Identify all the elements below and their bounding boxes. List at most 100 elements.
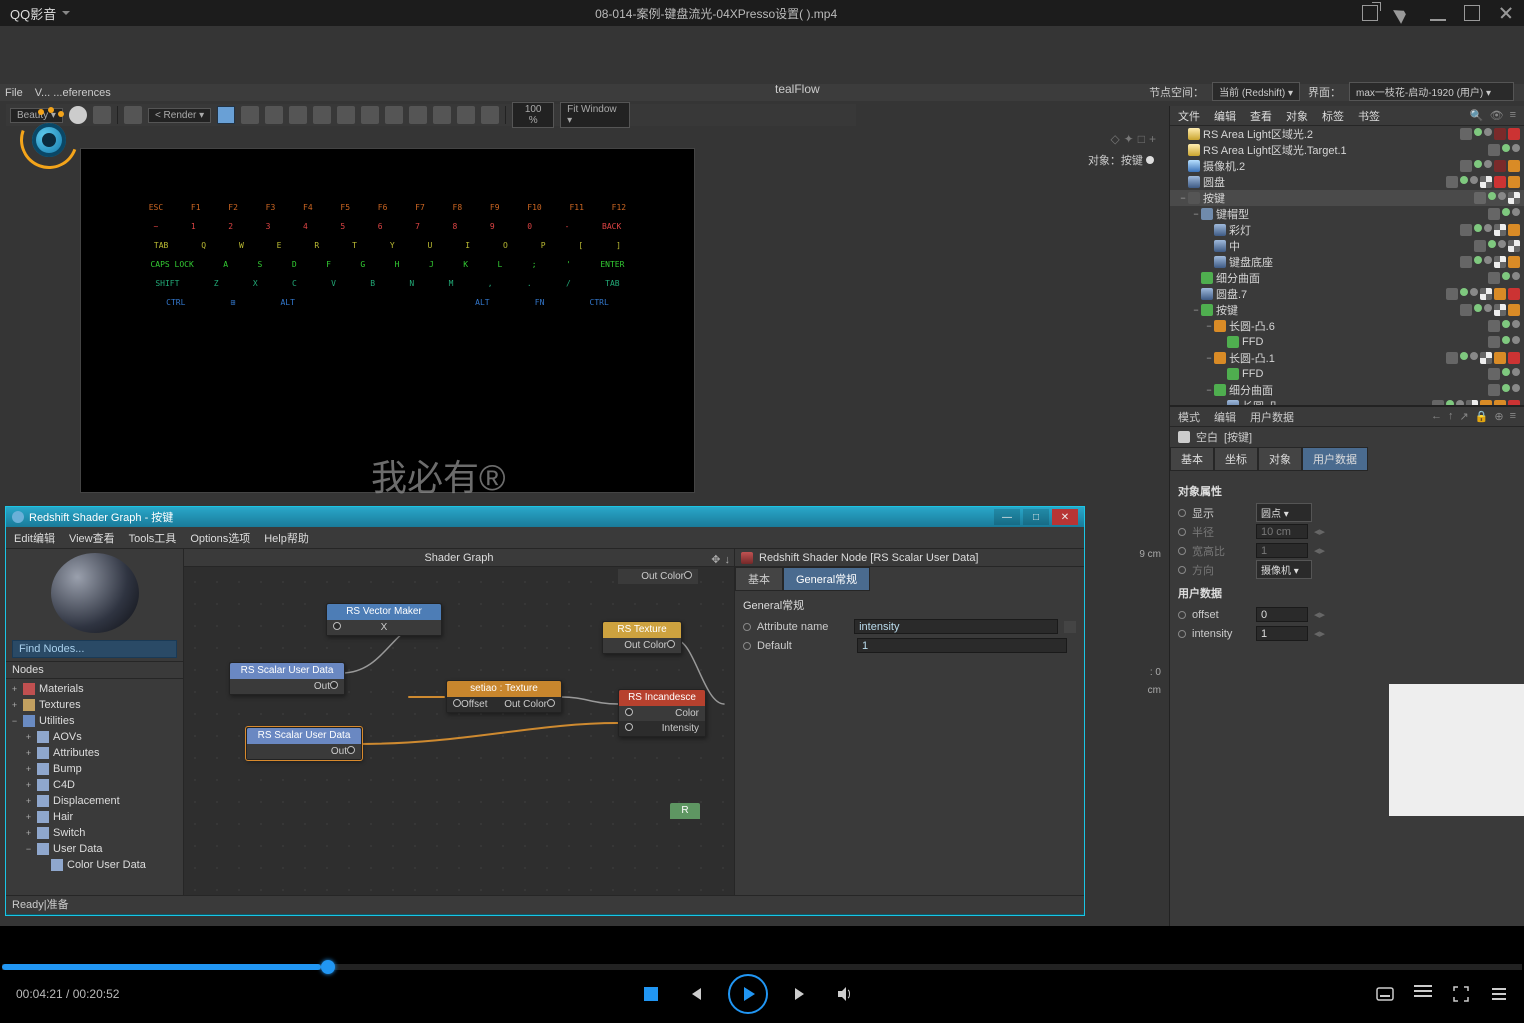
sg-menu-options[interactable]: Options选项 xyxy=(190,530,250,546)
om-row[interactable]: −长圆-凸.1 xyxy=(1170,350,1524,366)
play-button[interactable] xyxy=(728,974,768,1014)
tab-basic[interactable]: 基本 xyxy=(1170,447,1214,471)
vpicon-2[interactable]: ✦ xyxy=(1124,132,1134,146)
sg-pin-icon[interactable]: ↓ xyxy=(725,551,731,569)
nodetree-row[interactable]: +Materials xyxy=(10,681,179,697)
om-menu-object[interactable]: 对象 xyxy=(1286,108,1308,124)
eye-icon[interactable]: 👁 xyxy=(1490,109,1504,122)
nodetree-row[interactable]: +Switch xyxy=(10,825,179,841)
om-row[interactable]: −长圆-凸.6 xyxy=(1170,318,1524,334)
lock-icon[interactable] xyxy=(217,106,235,124)
volume-button[interactable] xyxy=(834,983,856,1005)
om-row[interactable]: 中 xyxy=(1170,238,1524,254)
circle-icon[interactable] xyxy=(313,106,331,124)
lock-icon[interactable]: 🔒 xyxy=(1475,410,1489,423)
om-menu-view[interactable]: 查看 xyxy=(1250,108,1272,124)
attr-combo[interactable]: 圆点 ▾ xyxy=(1256,503,1312,522)
attr-field[interactable] xyxy=(1256,524,1308,539)
picker-icon[interactable] xyxy=(1064,621,1076,633)
node-rs-texture[interactable]: RS Texture Out Color xyxy=(602,621,682,654)
list-icon[interactable]: ≡ xyxy=(1510,410,1516,423)
node-vector-maker[interactable]: RS Vector Maker X xyxy=(326,603,442,636)
maximize-button[interactable] xyxy=(1464,5,1480,21)
layout-dropdown[interactable]: max一枝花-启动-1920 (用户) ▾ xyxy=(1349,82,1514,101)
attr-menu-mode[interactable]: 模式 xyxy=(1178,409,1200,425)
om-row[interactable]: 彩灯 xyxy=(1170,222,1524,238)
progress-bar[interactable] xyxy=(2,964,1522,970)
om-row[interactable]: −细分曲面 xyxy=(1170,382,1524,398)
node-outcolor-stub[interactable]: Out Color xyxy=(618,569,698,584)
sg-menu-edit[interactable]: Edit编辑 xyxy=(14,530,55,546)
om-tree[interactable]: RS Area Light区域光.2RS Area Light区域光.Targe… xyxy=(1170,126,1524,406)
om-row[interactable]: 细分曲面 xyxy=(1170,270,1524,286)
fullscreen-icon[interactable] xyxy=(1452,985,1470,1003)
om-row[interactable]: FFD xyxy=(1170,366,1524,382)
back-icon[interactable]: ← xyxy=(1431,410,1442,423)
nav-icon[interactable]: ↗ xyxy=(1459,410,1468,423)
sg-maximize-button[interactable]: □ xyxy=(1023,509,1049,525)
share-icon[interactable] xyxy=(1396,5,1412,21)
prev-button[interactable] xyxy=(684,983,706,1005)
render-dropdown[interactable]: < Render ▾ xyxy=(148,108,211,123)
node-texture[interactable]: setiao : Texture OffsetOut Color xyxy=(446,680,562,713)
nodetree-row[interactable]: +Textures xyxy=(10,697,179,713)
nodetree-row[interactable]: −Utilities xyxy=(10,713,179,729)
node-rs-incandesce[interactable]: RS Incandesce Color Intensity xyxy=(618,689,706,737)
om-menu-bookmarks[interactable]: 书签 xyxy=(1358,108,1380,124)
fwd-icon[interactable]: ↑ xyxy=(1448,410,1454,423)
om-menu-file[interactable]: 文件 xyxy=(1178,108,1200,124)
minimize-button[interactable] xyxy=(1430,5,1446,21)
vpicon-3[interactable]: □ xyxy=(1138,132,1145,146)
vpicon-4[interactable]: + xyxy=(1149,132,1156,146)
node-r-stub[interactable]: R xyxy=(670,803,700,819)
snow-icon[interactable] xyxy=(265,106,283,124)
nodetree-row[interactable]: +C4D xyxy=(10,777,179,793)
expand-icon[interactable] xyxy=(361,106,379,124)
pin-icon[interactable]: ⊕ xyxy=(1494,410,1503,423)
grid-icon[interactable] xyxy=(241,106,259,124)
app-title[interactable]: QQ影音 xyxy=(10,4,70,23)
tab-coord[interactable]: 坐标 xyxy=(1214,447,1258,471)
playlist-icon[interactable] xyxy=(1414,985,1432,1003)
vpicon-1[interactable]: ◇ xyxy=(1110,132,1119,146)
layers-icon[interactable] xyxy=(409,106,427,124)
sg-menu-help[interactable]: Help帮助 xyxy=(264,530,309,546)
om-row[interactable]: 圆盘.7 xyxy=(1170,286,1524,302)
nodetree-row[interactable]: +AOVs xyxy=(10,729,179,745)
om-menu-tags[interactable]: 标签 xyxy=(1322,108,1344,124)
attr-combo[interactable]: 摄像机 ▾ xyxy=(1256,560,1312,579)
nodetree-row[interactable]: +Hair xyxy=(10,809,179,825)
nodetree-row[interactable]: −User Data xyxy=(10,841,179,857)
sg-titlebar[interactable]: Redshift Shader Graph - 按键 — □ ✕ xyxy=(6,507,1084,527)
fit-dropdown[interactable]: Fit Window ▾ xyxy=(560,102,630,128)
node-space-dropdown[interactable]: 当前 (Redshift) ▾ xyxy=(1212,82,1300,101)
om-row[interactable]: RS Area Light区域光.2 xyxy=(1170,126,1524,142)
nodetree-row[interactable]: +Displacement xyxy=(10,793,179,809)
nodetree-row[interactable]: Color User Data xyxy=(10,857,179,873)
window-icon[interactable] xyxy=(433,106,451,124)
sg-tab-general[interactable]: General常规 xyxy=(783,567,870,591)
attr-field[interactable] xyxy=(1256,543,1308,558)
pip-icon[interactable] xyxy=(1362,5,1378,21)
om-row[interactable]: 键盘底座 xyxy=(1170,254,1524,270)
sg-menu-tools[interactable]: Tools工具 xyxy=(129,530,177,546)
om-row[interactable]: −按键 xyxy=(1170,190,1524,206)
sg-tab-basic[interactable]: 基本 xyxy=(735,567,783,591)
settings-icon[interactable] xyxy=(1490,985,1508,1003)
copy-icon[interactable] xyxy=(457,106,475,124)
sg-menu-view[interactable]: View查看 xyxy=(69,530,115,546)
om-row[interactable]: FFD xyxy=(1170,334,1524,350)
node-scalar-userdata-2[interactable]: RS Scalar User Data Out xyxy=(246,727,362,760)
menu-prefs[interactable]: V... ...eferences xyxy=(35,87,111,99)
om-row[interactable]: −长圆-凸 xyxy=(1170,398,1524,406)
sg-close-button[interactable]: ✕ xyxy=(1052,509,1078,525)
next-button[interactable] xyxy=(790,983,812,1005)
search-icon[interactable]: 🔍 xyxy=(1470,109,1484,122)
tab-userdata[interactable]: 用户数据 xyxy=(1302,447,1368,471)
default-field[interactable] xyxy=(857,638,1067,653)
sg-canvas[interactable]: Shader Graph ✥↓ Out Color R xyxy=(184,549,734,895)
nodetree[interactable]: +Materials+Textures−Utilities+AOVs+Attri… xyxy=(6,679,183,875)
star-icon[interactable] xyxy=(289,106,307,124)
menu-file[interactable]: File xyxy=(5,87,23,99)
nodetree-row[interactable]: +Attributes xyxy=(10,745,179,761)
